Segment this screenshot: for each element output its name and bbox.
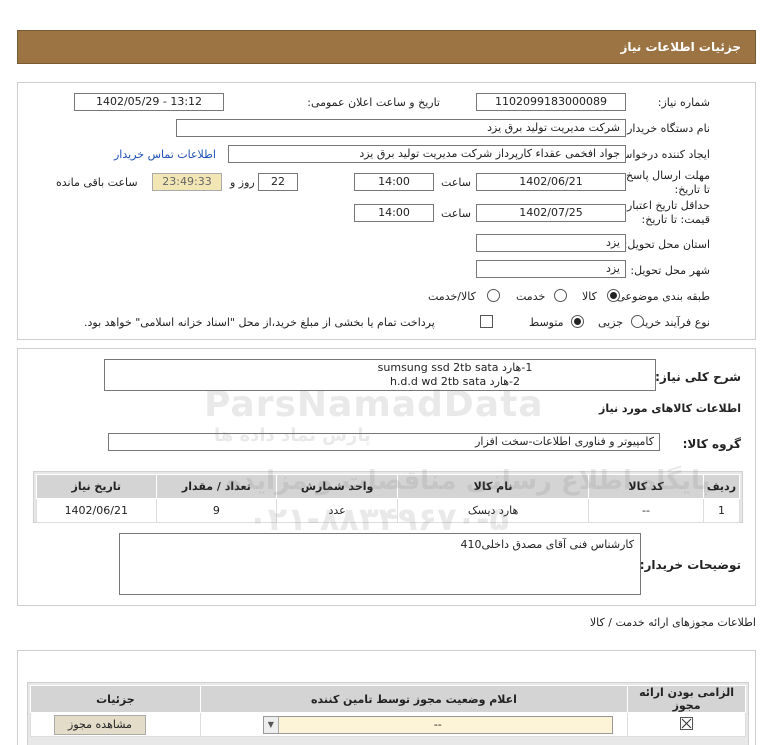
page-title: جزئیات اطلاعات نیاز [620, 40, 741, 54]
announce-field[interactable]: 1402/05/29 - 13:12 [74, 93, 224, 111]
reply-time-field[interactable]: 14:00 [354, 173, 434, 191]
validity-date-field[interactable]: 1402/07/25 [476, 204, 626, 222]
goods-group-label: گروه کالا: [682, 437, 741, 451]
province-label: استان محل تحویل: [623, 238, 710, 251]
remaining-time-label: ساعت باقی مانده [56, 176, 138, 189]
goods-table-wrap: ردیف کد کالا نام کالا واحد شمارش تعداد /… [33, 471, 743, 523]
announce-label: تاریخ و ساعت اعلان عمومی: [307, 96, 440, 109]
col-date: تاریخ نیاز [36, 474, 157, 499]
col-details: جزئیات [30, 685, 201, 713]
validity-time-field[interactable]: 14:00 [354, 204, 434, 222]
days-label: روز و [230, 176, 255, 189]
required-checkbox-icon [679, 717, 693, 730]
general-desc-label: شرح کلی نیاز: [655, 370, 741, 384]
reply-time-label: ساعت [441, 176, 471, 189]
permit-status-select[interactable]: ▼ -- [262, 716, 613, 734]
table-row[interactable]: ▼ -- مشاهده مجوز [30, 712, 746, 737]
creator-field[interactable]: جواد افخمی عقداء کارپرداز شرکت مدیریت تو… [228, 145, 626, 163]
permits-panel: الزامی بودن ارائه مجوز اعلام وضعیت مجوز … [17, 650, 756, 745]
cell-qty: 9 [155, 498, 278, 523]
province-field[interactable]: یزد [476, 234, 626, 252]
reply-deadline-label: مهلت ارسال پاسخ: تا تاریخ: [622, 169, 710, 196]
need-number-label: شماره نیاز: [657, 96, 710, 109]
validity-time-label: ساعت [441, 207, 471, 220]
validity-label: حداقل تاریخ اعتبار قیمت: تا تاریخ: [626, 199, 710, 226]
goods-info-title: اطلاعات کالاهای مورد نیاز [599, 402, 741, 415]
category-option-both: کالا/خدمت [428, 290, 476, 303]
view-permit-button[interactable]: مشاهده مجوز [54, 715, 146, 735]
chevron-down-icon[interactable]: ▼ [263, 717, 279, 733]
cell-unit: عدد [276, 498, 398, 523]
city-field[interactable]: یزد [476, 260, 626, 278]
category-radio-both[interactable] [487, 289, 500, 302]
cell-code: -- [588, 498, 704, 523]
col-qty: تعداد / مقدار [155, 474, 278, 499]
buyer-notes-box[interactable]: کارشناس فنی آقای مصدق داخلی410 [119, 533, 641, 595]
goods-table-header: ردیف کد کالا نام کالا واحد شمارش تعداد /… [36, 474, 741, 499]
general-desc-line-2: 2-هارد h.d.d wd 2tb sata [389, 375, 521, 388]
remaining-time-field: 23:49:33 [152, 173, 222, 191]
reply-date-field[interactable]: 1402/06/21 [476, 173, 626, 191]
buyer-contact-link[interactable]: اطلاعات تماس خریدار [114, 148, 216, 161]
buyer-notes-label: توضیحات خریدار: [639, 558, 741, 572]
permits-table-wrap: الزامی بودن ارائه مجوز اعلام وضعیت مجوز … [27, 682, 749, 745]
cross-icon [681, 718, 691, 729]
treasury-checkbox[interactable] [480, 315, 493, 328]
process-option-medium: متوسط [529, 316, 564, 329]
process-radio-medium[interactable] [571, 315, 584, 328]
days-field[interactable]: 22 [258, 173, 298, 191]
col-code: کد کالا [588, 474, 704, 499]
category-option-goods: کالا [582, 290, 597, 303]
process-option-minor: جزیی [598, 316, 624, 329]
need-details-panel: شرح کلی نیاز: 1-هارد sumsung ssd 2tb sat… [17, 348, 756, 606]
cell-name: هارد دیسک [396, 498, 590, 523]
col-unit: واحد شمارش [276, 474, 398, 499]
category-radio-service[interactable] [554, 289, 567, 302]
cell-required [627, 712, 746, 737]
page-header: جزئیات اطلاعات نیاز [17, 30, 756, 64]
cell-row: 1 [702, 498, 741, 523]
cell-status: ▼ -- [199, 712, 629, 737]
permit-status-value: -- [433, 718, 442, 731]
buyer-org-field[interactable]: شرکت مدیریت تولید برق یزد [176, 119, 626, 137]
process-radio-minor[interactable] [631, 315, 644, 328]
cell-details: مشاهده مجوز [30, 712, 201, 737]
col-status: اعلام وضعیت مجوز توسط تامین کننده [199, 685, 629, 713]
col-required: الزامی بودن ارائه مجوز [627, 685, 746, 713]
city-label: شهر محل تحویل: [630, 264, 710, 277]
table-row[interactable]: 1 -- هارد دیسک عدد 9 1402/06/21 [36, 498, 741, 523]
category-label: طبقه بندی موضوعی: [612, 290, 710, 303]
general-desc-box[interactable]: 1-هارد sumsung ssd 2tb sata 2-هارد h.d.d… [104, 359, 656, 391]
permits-table: الزامی بودن ارائه مجوز اعلام وضعیت مجوز … [30, 685, 746, 737]
col-row: ردیف [702, 474, 741, 499]
goods-group-field[interactable]: کامپیوتر و فناوری اطلاعات-سخت افزار [108, 433, 660, 451]
permits-table-header: الزامی بودن ارائه مجوز اعلام وضعیت مجوز … [30, 685, 746, 713]
category-radio-goods[interactable] [607, 289, 620, 302]
need-number-field[interactable]: 1102099183000089 [476, 93, 626, 111]
general-desc-line-1: 1-هارد sumsung ssd 2tb sata [377, 361, 533, 374]
col-name: نام کالا [396, 474, 590, 499]
category-option-service: خدمت [516, 290, 546, 303]
buyer-org-label: نام دستگاه خریدار: [623, 122, 710, 135]
cell-date: 1402/06/21 [36, 498, 157, 523]
need-info-panel: شماره نیاز: 1102099183000089 تاریخ و ساع… [17, 82, 756, 340]
goods-table: ردیف کد کالا نام کالا واحد شمارش تعداد /… [36, 474, 741, 523]
permits-title: اطلاعات مجوزهای ارائه خدمت / کالا [589, 616, 756, 629]
treasury-note: پرداخت تمام یا بخشی از مبلغ خرید،از محل … [84, 316, 435, 329]
